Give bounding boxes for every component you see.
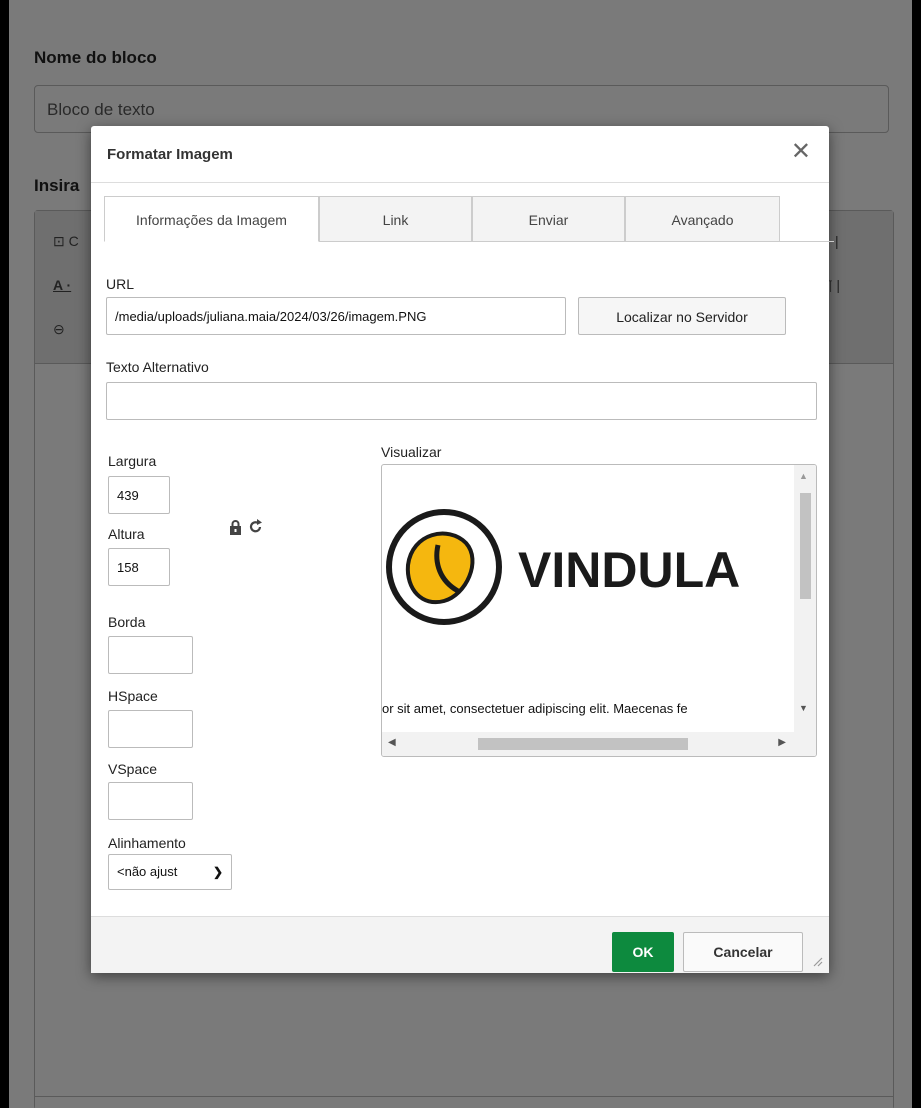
- border-label: Borda: [108, 614, 146, 630]
- tab-link[interactable]: Link: [319, 196, 472, 242]
- status-path: body p: [35, 1096, 893, 1108]
- tab-advanced[interactable]: Avançado: [625, 196, 780, 242]
- close-icon[interactable]: ✕: [791, 140, 811, 164]
- height-label: Altura: [108, 526, 145, 542]
- reset-size-icon[interactable]: [249, 519, 263, 539]
- resize-handle-icon[interactable]: [813, 957, 823, 967]
- image-preview[interactable]: VINDULA or sit amet, consectetuer adipis…: [381, 464, 817, 757]
- scroll-left-icon[interactable]: ◀: [388, 737, 396, 748]
- alignment-selected-value: <não ajust: [117, 864, 178, 879]
- block-name-label: Nome do bloco: [34, 48, 157, 67]
- lock-ratio-icon[interactable]: [229, 520, 242, 540]
- tab-upload[interactable]: Enviar: [472, 196, 625, 242]
- dialog-footer: OK Cancelar: [91, 916, 829, 973]
- scrollbar-thumb[interactable]: [478, 738, 688, 750]
- text-color-icon[interactable]: A ·: [53, 277, 71, 293]
- height-input[interactable]: [108, 548, 170, 586]
- cancel-button[interactable]: Cancelar: [683, 932, 803, 972]
- dialog-title: Formatar Imagem: [107, 146, 233, 163]
- format-image-dialog: Formatar Imagem ✕ Informações da Imagem …: [91, 126, 834, 973]
- tab-bar: Informações da Imagem Link Enviar Avança…: [104, 196, 814, 242]
- preview-vertical-scrollbar[interactable]: ▲ ▼: [794, 465, 816, 733]
- alignment-label: Alinhamento: [108, 835, 186, 851]
- scroll-down-icon[interactable]: ▼: [799, 703, 808, 713]
- width-input[interactable]: [108, 476, 170, 514]
- scrollbar-thumb[interactable]: [800, 493, 811, 599]
- link-icon[interactable]: ⊖: [53, 321, 65, 338]
- url-label: URL: [106, 276, 135, 292]
- chevron-down-icon: ❯: [212, 865, 223, 879]
- alignment-select[interactable]: <não ajust ❯: [108, 854, 232, 890]
- tab-image-info[interactable]: Informações da Imagem: [104, 196, 319, 242]
- preview-text: or sit amet, consectetuer adipiscing eli…: [382, 701, 688, 716]
- alt-text-label: Texto Alternativo: [106, 359, 209, 375]
- dialog-header: Formatar Imagem ✕: [91, 126, 829, 183]
- hspace-label: HSpace: [108, 688, 158, 704]
- border-input[interactable]: [108, 636, 193, 674]
- scroll-up-icon[interactable]: ▲: [799, 471, 808, 481]
- preview-horizontal-scrollbar[interactable]: ◀ ▶: [382, 732, 816, 756]
- insert-label: Insira: [34, 176, 80, 195]
- vspace-label: VSpace: [108, 761, 158, 777]
- logo-text: VINDULA: [518, 542, 740, 598]
- scroll-right-icon[interactable]: ▶: [778, 737, 786, 748]
- vspace-input[interactable]: [108, 782, 193, 820]
- url-input[interactable]: [106, 297, 566, 335]
- vindula-logo: VINDULA: [386, 509, 740, 625]
- hspace-input[interactable]: [108, 710, 193, 748]
- toolbar-separator: |: [835, 233, 839, 249]
- preview-label: Visualizar: [381, 444, 442, 460]
- alt-text-input[interactable]: [106, 382, 817, 420]
- width-label: Largura: [108, 453, 157, 469]
- browse-server-button[interactable]: Localizar no Servidor: [578, 297, 786, 335]
- source-icon[interactable]: ⊡ C: [53, 233, 79, 250]
- ok-button[interactable]: OK: [612, 932, 674, 972]
